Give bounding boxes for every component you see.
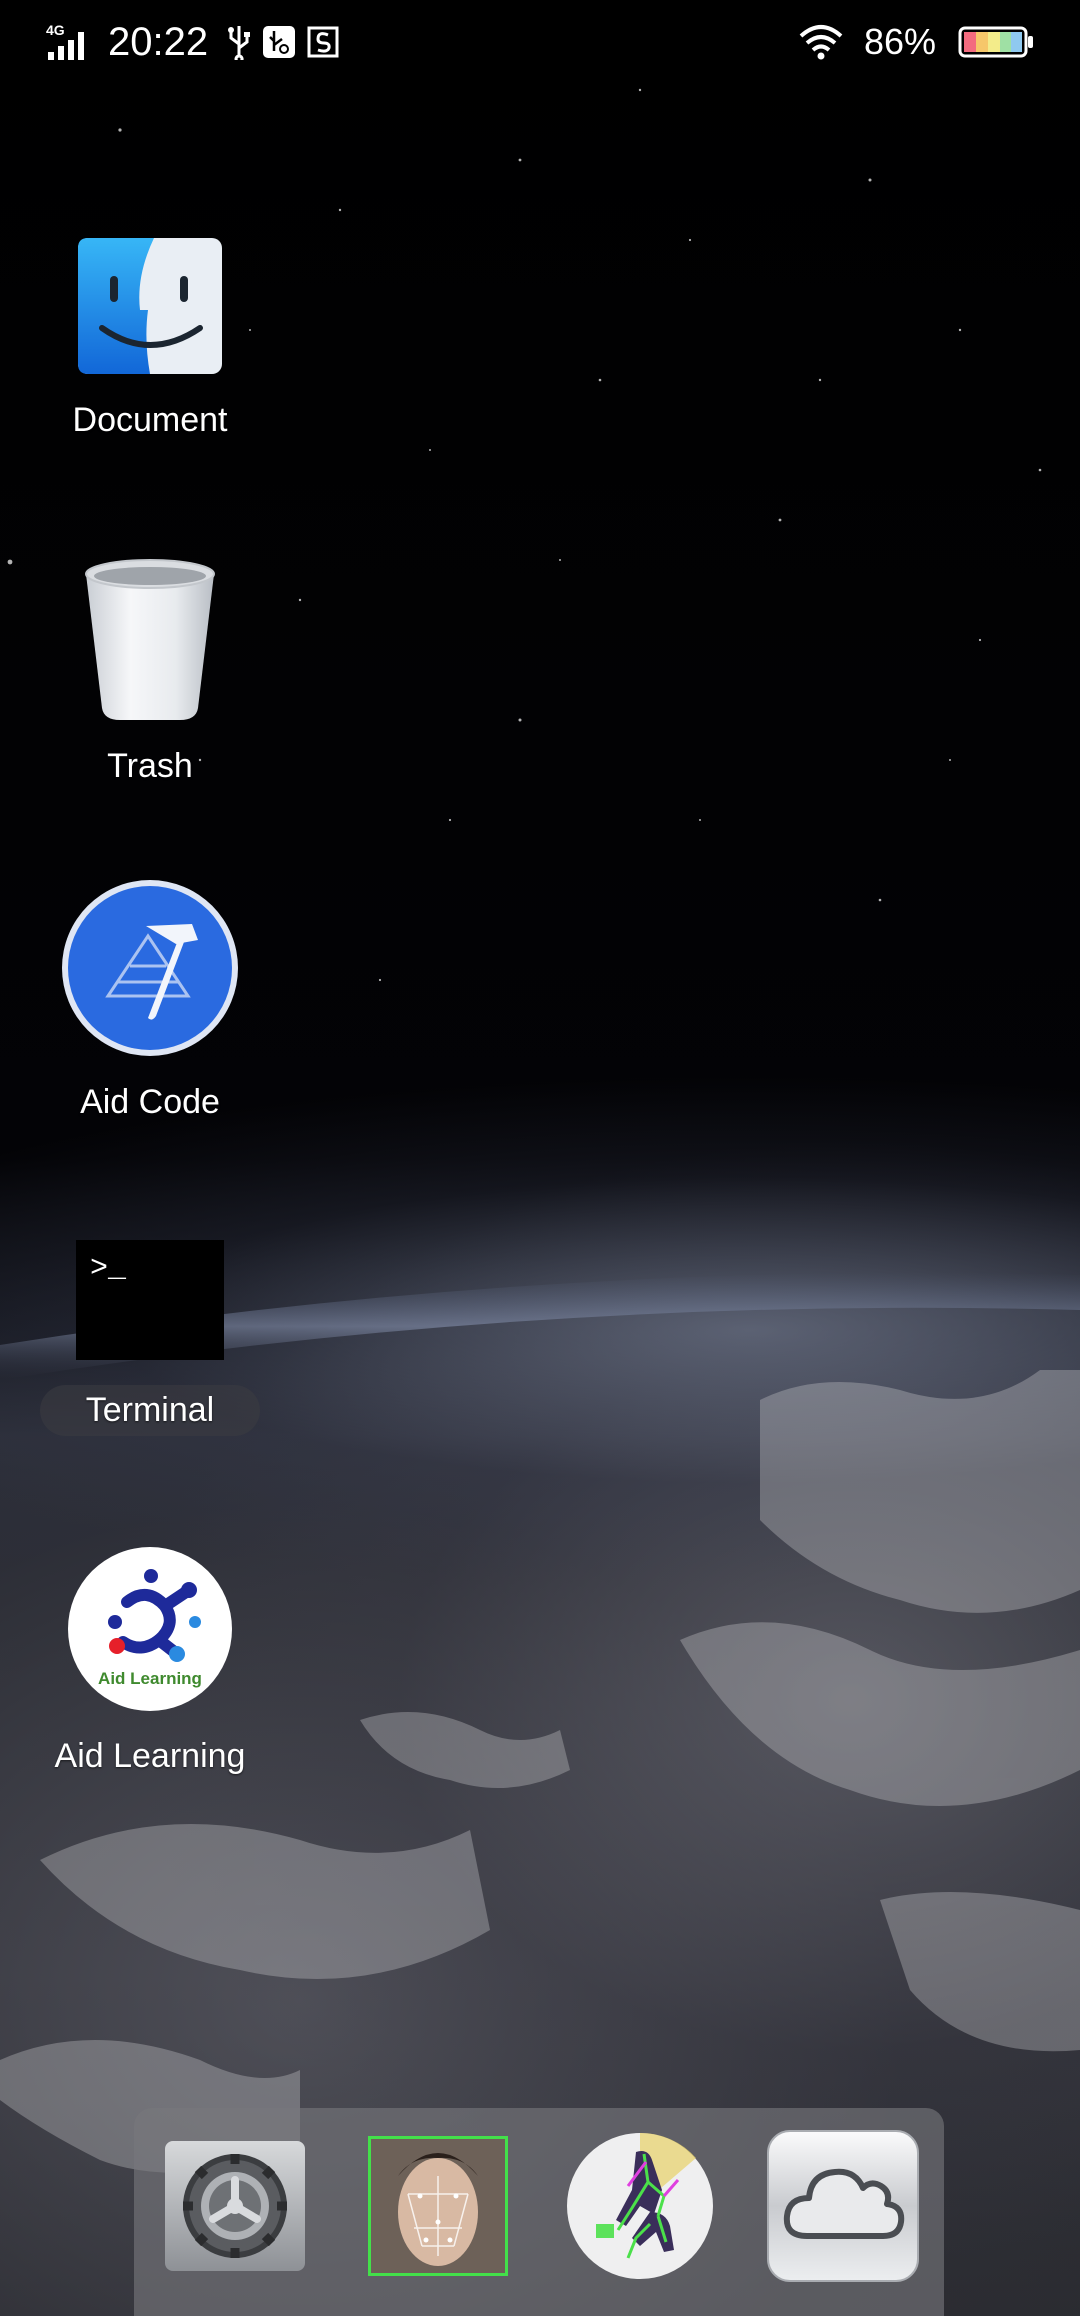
wifi-icon bbox=[798, 24, 844, 60]
dock-item-system-preferences[interactable] bbox=[159, 2132, 311, 2284]
desktop-item-label: Aid Code bbox=[80, 1083, 220, 1121]
desktop-item-document[interactable]: Document bbox=[30, 236, 270, 440]
screenshot-s-icon bbox=[306, 25, 340, 59]
aid-learning-icon: Aid Learning bbox=[67, 1546, 233, 1717]
cloud-icon bbox=[766, 2129, 919, 2287]
desktop-item-aid-learning[interactable]: Aid Learning Aid Learning bbox=[30, 1546, 270, 1776]
dock bbox=[134, 2108, 944, 2316]
finder-icon bbox=[76, 236, 224, 381]
usb-icon bbox=[226, 24, 252, 60]
dock-item-cloud[interactable] bbox=[766, 2129, 919, 2287]
battery-icon bbox=[958, 25, 1034, 59]
home-screen: 4G 20:22 86% Document Trash Aid Code >_ … bbox=[0, 0, 1080, 2316]
desktop-item-aid-code[interactable]: Aid Code bbox=[30, 878, 270, 1122]
status-time: 20:22 bbox=[108, 19, 209, 64]
trash-icon bbox=[80, 558, 220, 727]
desktop-item-label: Trash bbox=[107, 747, 193, 785]
desktop-item-terminal[interactable]: >_ Terminal bbox=[30, 1240, 270, 1436]
dock-item-face-detection[interactable] bbox=[362, 2132, 514, 2284]
pose-estimation-icon bbox=[566, 2132, 714, 2285]
svg-text:>_: >_ bbox=[90, 1252, 127, 1286]
cellular-signal-icon: 4G bbox=[46, 22, 94, 62]
dock-item-pose-estimation[interactable] bbox=[564, 2132, 716, 2284]
face-detection-icon bbox=[367, 2135, 508, 2281]
terminal-icon: >_ bbox=[76, 1240, 224, 1365]
battery-percent: 86% bbox=[863, 21, 936, 62]
usb-debugging-icon bbox=[262, 25, 296, 59]
svg-text:Aid Learning: Aid Learning bbox=[98, 1669, 202, 1688]
svg-text:4G: 4G bbox=[46, 22, 65, 38]
desktop-item-trash[interactable]: Trash bbox=[30, 558, 270, 786]
desktop-item-label: Aid Learning bbox=[54, 1737, 246, 1775]
desktop-item-label: Document bbox=[72, 401, 228, 439]
status-bar: 4G 20:22 86% bbox=[0, 0, 1080, 84]
system-preferences-gear-icon bbox=[164, 2140, 306, 2277]
xcode-icon bbox=[60, 878, 240, 1063]
desktop-item-label: Terminal bbox=[39, 1385, 261, 1436]
